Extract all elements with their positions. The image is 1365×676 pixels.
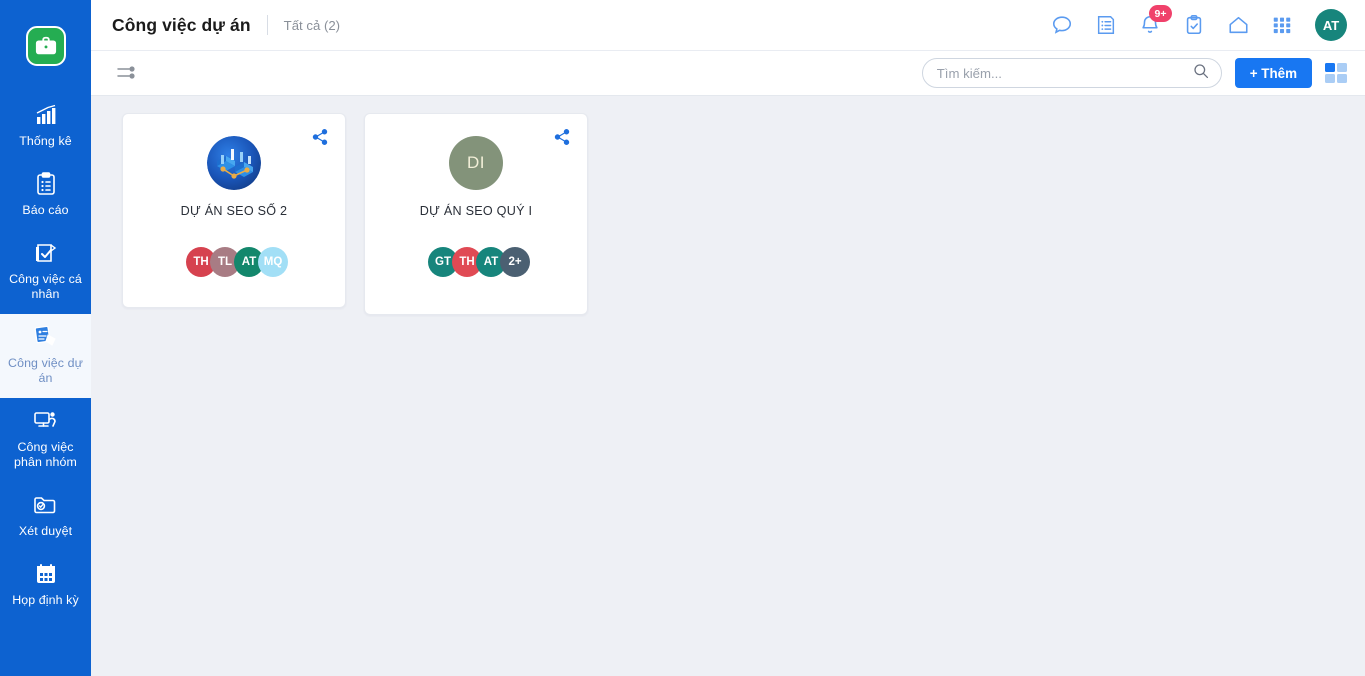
top-header: Công việc dự án Tất cả (2) 9+ AT [91,0,1365,51]
sidebar-item-bao-cao[interactable]: Báo cáo [0,161,91,230]
sidebar-item-label: Công việc cá nhân [9,272,82,301]
news-feed-icon[interactable] [1093,12,1119,38]
member-avatar-overflow[interactable]: 2+ [500,247,530,277]
sidebar-item-label: Công việc phân nhóm [14,440,77,469]
sidebar-item-cong-viec-ca-nhan[interactable]: Công việc cá nhân [0,230,91,314]
share-icon[interactable] [553,128,571,146]
sidebar: Thống kê Báo cáo Công việc cá nhân Công … [0,0,91,676]
search-box[interactable] [921,58,1222,88]
sidebar-item-label: Họp định kỳ [12,593,79,607]
project-card[interactable]: DI DỰ ÁN SEO QUÝ I GT TH AT 2+ [364,113,588,315]
task-clipboard-icon[interactable] [1181,12,1207,38]
project-title: DỰ ÁN SEO QUÝ I [419,204,533,218]
sidebar-item-cong-viec-du-an[interactable]: Công việc dự án [0,314,91,398]
search-input[interactable] [936,65,1193,81]
toolbar: + Thêm [91,51,1365,96]
member-avatar-group: TH TL AT MQ [186,247,288,277]
personal-task-icon [32,240,60,266]
grid-view-icon[interactable] [1325,63,1347,83]
clipboard-list-icon [32,171,60,197]
share-icon[interactable] [311,128,329,146]
sidebar-item-hop-dinh-ky[interactable]: Họp định kỳ [0,551,91,620]
app-root: Thống kê Báo cáo Công việc cá nhân Công … [0,0,1365,676]
breadcrumb[interactable]: Tất cả (2) [284,18,340,33]
avatar[interactable]: AT [1315,9,1347,41]
project-avatar-initials: DI [449,136,503,190]
filter-sliders-icon[interactable] [112,59,142,87]
add-button[interactable]: + Thêm [1234,58,1312,88]
sidebar-item-label: Công việc dự án [8,356,83,385]
page-title: Công việc dự án [112,14,251,35]
group-task-icon [32,408,60,434]
title-divider [266,15,268,35]
search-icon[interactable] [1193,63,1209,84]
apps-grid-icon[interactable] [1269,12,1295,38]
chat-icon[interactable] [1049,12,1075,38]
sidebar-item-label: Xét duyệt [18,524,73,538]
sidebar-item-label: Thống kê [19,134,72,148]
main-area: Công việc dự án Tất cả (2) 9+ AT Tìm kiế… [91,0,1365,676]
member-avatar[interactable]: MQ [258,247,288,277]
sidebar-item-xet-duyet[interactable]: Xét duyệt [0,482,91,551]
project-avatar-image [207,136,261,190]
sidebar-item-label: Báo cáo [22,203,69,217]
notification-bell-icon[interactable]: 9+ [1137,5,1172,38]
member-avatar-group: GT TH AT 2+ [428,247,530,277]
home-icon[interactable] [1225,12,1251,38]
project-title: DỰ ÁN SEO SỐ 2 [180,204,288,218]
brand-logo[interactable] [0,0,91,92]
project-card-grid: DỰ ÁN SEO SỐ 2 TH TL AT MQ DI DỰ ÁN SEO … [91,96,1365,676]
sidebar-nav: Thống kê Báo cáo Công việc cá nhân Công … [0,92,91,620]
header-icon-group: 9+ AT [1049,5,1347,41]
sidebar-item-cong-viec-phan-nhom[interactable]: Công việc phân nhóm [0,398,91,482]
folder-check-icon [32,492,60,518]
project-task-icon [32,324,60,350]
project-card[interactable]: DỰ ÁN SEO SỐ 2 TH TL AT MQ [122,113,346,308]
toolbar-right-group: + Thêm [921,58,1347,88]
calendar-icon [32,561,60,587]
bar-chart-icon [32,102,60,128]
notification-badge: 9+ [1149,5,1172,22]
briefcase-icon [25,26,66,66]
sidebar-item-thong-ke[interactable]: Thống kê [0,92,91,161]
